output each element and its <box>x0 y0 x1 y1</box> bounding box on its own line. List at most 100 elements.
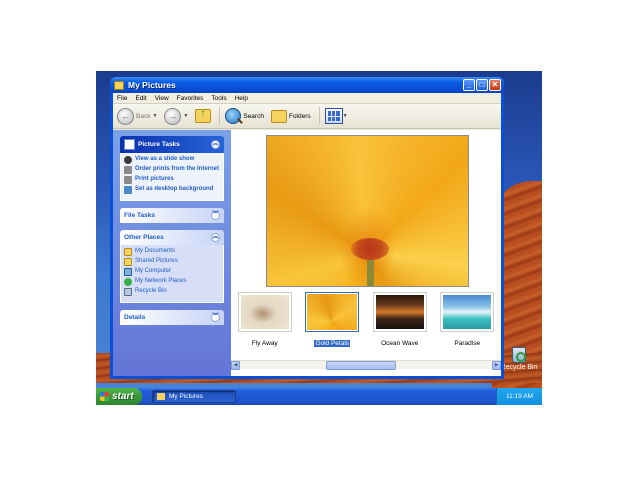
maximize-button[interactable]: □ <box>476 79 488 91</box>
file-tasks-header[interactable]: File Tasks ︾ <box>120 208 224 223</box>
search-button[interactable]: Search <box>225 108 266 124</box>
collapse-chevron-icon[interactable]: ︽ <box>211 233 220 242</box>
menu-file[interactable]: File <box>117 95 127 102</box>
thumbnail-gold-petals[interactable]: Gold Petals <box>303 292 361 354</box>
task-label: View as a slide show <box>135 156 195 162</box>
thumbnail-label: Fly Away <box>251 340 278 347</box>
explorer-window: My Pictures _ □ ✕ File Edit View Favorit… <box>110 77 504 379</box>
folder-icon <box>157 393 165 400</box>
scroll-track[interactable] <box>240 360 492 370</box>
thumbnail-label: Gold Petals <box>314 340 351 347</box>
file-tasks-title: File Tasks <box>124 212 155 219</box>
desktop-recycle-bin[interactable]: Recycle Bin <box>499 347 539 372</box>
folders-icon <box>270 109 287 123</box>
slideshow-icon <box>124 156 132 164</box>
printer-icon <box>124 176 132 184</box>
place-my-network-places[interactable]: My Network Places <box>124 278 220 286</box>
preview-stem <box>367 256 374 286</box>
menu-favorites[interactable]: Favorites <box>177 95 204 102</box>
network-places-icon <box>124 278 132 286</box>
window-title: My Pictures <box>128 80 176 90</box>
folder-icon <box>114 80 124 90</box>
horizontal-scrollbar[interactable]: ◀ ▶ <box>231 360 501 370</box>
other-places-title: Other Places <box>124 234 164 241</box>
details-title: Details <box>124 314 146 321</box>
order-prints-icon <box>124 166 132 174</box>
scroll-left-button[interactable]: ◀ <box>231 360 240 370</box>
folders-button[interactable]: Folders <box>270 109 313 123</box>
recycle-bin-icon <box>512 347 526 363</box>
scroll-right-button[interactable]: ▶ <box>492 360 501 370</box>
menu-view[interactable]: View <box>155 95 169 102</box>
clock[interactable]: 11:19 AM <box>506 393 533 400</box>
task-pane: Picture Tasks ︽ View as a slide show Ord… <box>113 130 231 376</box>
windows-flag-icon <box>100 392 109 401</box>
collapse-chevron-icon[interactable]: ︽ <box>211 140 220 149</box>
thumbnail-label: Ocean Wave <box>381 340 419 347</box>
menu-help[interactable]: Help <box>235 95 248 102</box>
file-tasks-panel: File Tasks ︾ <box>120 208 224 223</box>
recycle-bin-label: Recycle Bin <box>500 364 538 371</box>
close-button[interactable]: ✕ <box>489 79 501 91</box>
back-button[interactable]: ← Back ▼ <box>117 107 159 125</box>
thumbnail-image <box>440 292 495 332</box>
picture-tasks-icon <box>124 139 135 150</box>
task-print-pictures[interactable]: Print pictures <box>124 176 220 184</box>
expand-chevron-icon[interactable]: ︾ <box>211 211 220 220</box>
thumbnail-image <box>305 292 360 332</box>
toolbar-separator <box>219 107 221 125</box>
views-button[interactable]: ▼ <box>324 108 350 124</box>
thumbnail-paradise[interactable]: Paradise <box>438 292 496 354</box>
thumbnail-image <box>372 292 427 332</box>
menu-tools[interactable]: Tools <box>211 95 226 102</box>
search-label: Search <box>243 112 264 120</box>
system-tray: 11:19 AM <box>496 388 542 405</box>
task-order-prints[interactable]: Order prints from the Internet <box>124 166 220 174</box>
scroll-thumb[interactable] <box>326 360 396 370</box>
picture-tasks-header[interactable]: Picture Tasks ︽ <box>120 136 224 153</box>
place-my-computer[interactable]: My Computer <box>124 268 220 276</box>
taskbar-item-my-pictures[interactable]: My Pictures <box>152 390 236 403</box>
place-label: My Network Places <box>135 278 187 284</box>
filmstrip-viewer: Fly Away Gold Petals Ocean Wave Paradise <box>231 130 501 376</box>
task-view-slideshow[interactable]: View as a slide show <box>124 156 220 164</box>
start-button[interactable]: start <box>96 388 142 405</box>
picture-tasks-title: Picture Tasks <box>138 141 180 148</box>
place-my-documents[interactable]: My Documents <box>124 248 220 256</box>
details-header[interactable]: Details ︾ <box>120 310 224 325</box>
picture-tasks-body: View as a slide show Order prints from t… <box>120 153 224 201</box>
forward-dropdown-icon[interactable]: ▼ <box>183 113 188 119</box>
place-shared-pictures[interactable]: Shared Pictures <box>124 258 220 266</box>
place-label: My Computer <box>135 268 172 274</box>
thumbnail-ocean-wave[interactable]: Ocean Wave <box>371 292 429 354</box>
forward-button[interactable]: → ▼ <box>164 107 190 125</box>
preview-flower-center <box>351 238 389 260</box>
menu-edit[interactable]: Edit <box>135 95 146 102</box>
start-label: start <box>112 391 134 402</box>
place-label: Shared Pictures <box>135 258 178 264</box>
expand-chevron-icon[interactable]: ︾ <box>211 313 220 322</box>
back-dropdown-icon[interactable]: ▼ <box>152 113 157 119</box>
other-places-header[interactable]: Other Places ︽ <box>120 230 224 245</box>
thumbnail-fly-away[interactable]: Fly Away <box>236 292 294 354</box>
task-label: Set as desktop background <box>135 186 214 192</box>
task-label: Print pictures <box>135 176 174 182</box>
views-icon <box>324 108 343 124</box>
place-recycle-bin[interactable]: Recycle Bin <box>124 288 220 296</box>
up-folder-icon <box>195 108 212 123</box>
search-icon <box>225 108 242 124</box>
preview-image[interactable] <box>266 135 469 287</box>
my-computer-icon <box>124 268 132 276</box>
my-documents-icon <box>124 248 132 256</box>
up-folder-button[interactable] <box>195 108 213 123</box>
title-bar[interactable]: My Pictures _ □ ✕ <box>110 77 504 93</box>
task-set-desktop-background[interactable]: Set as desktop background <box>124 186 220 194</box>
forward-arrow-icon: → <box>164 107 182 125</box>
desktop-background-icon <box>124 186 132 194</box>
place-label: Recycle Bin <box>135 288 167 294</box>
other-places-body: My Documents Shared Pictures My Computer… <box>120 245 224 303</box>
menu-bar: File Edit View Favorites Tools Help <box>113 93 501 104</box>
minimize-button[interactable]: _ <box>463 79 475 91</box>
views-dropdown-icon[interactable]: ▼ <box>343 113 348 119</box>
taskbar: start My Pictures 11:19 AM <box>96 388 542 405</box>
